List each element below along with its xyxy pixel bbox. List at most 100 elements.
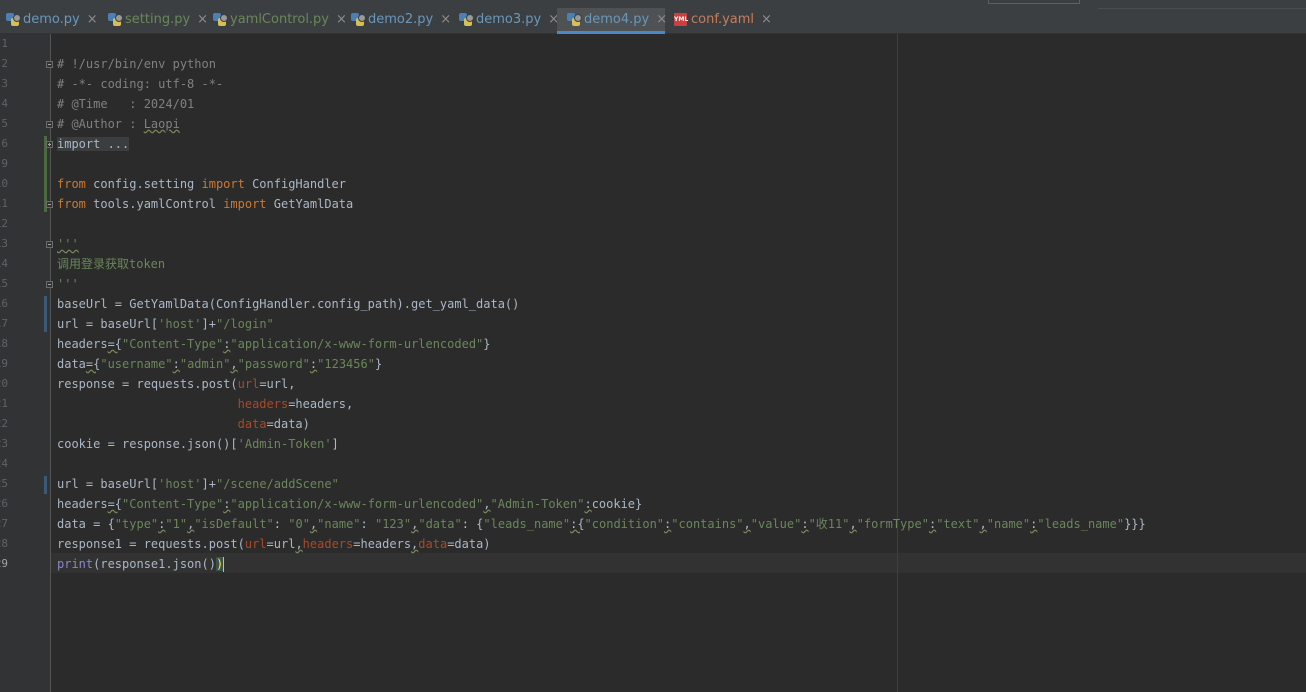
- fold-toggle-icon[interactable]: [46, 201, 53, 208]
- tab-demo-py[interactable]: demo.py ×: [6, 5, 98, 33]
- code-token: ]+: [201, 317, 216, 331]
- close-icon[interactable]: ×: [336, 12, 347, 27]
- tab-demo4-py[interactable]: demo4.py ×: [557, 8, 667, 34]
- code-token: ''': [57, 237, 79, 251]
- code-token: headers: [237, 397, 289, 411]
- code-line-25[interactable]: url = baseUrl['host']+"/scene/addScene": [57, 474, 339, 494]
- code-token: "1": [165, 517, 188, 531]
- line-number: 6: [1, 137, 8, 150]
- editor-tab-bar: demo.py × setting.py × yamlControl.py × …: [0, 0, 1306, 34]
- line-number: 28: [0, 537, 8, 550]
- folded-imports[interactable]: import ...: [57, 137, 130, 151]
- code-token: ConfigHandler: [244, 177, 347, 191]
- code-token: =headers,: [288, 397, 354, 411]
- code-token: headers: [57, 337, 108, 351]
- code-token: "/login": [215, 317, 274, 331]
- close-icon[interactable]: ×: [197, 12, 208, 27]
- line-number-gutter[interactable]: 1 2 3 4 5 6 9 10 11 12 13 14 15 16 17 18…: [0, 34, 53, 692]
- python-file-icon: [459, 12, 474, 26]
- code-line-23[interactable]: cookie = response.json()['Admin-Token']: [57, 434, 339, 454]
- tab-conf-yaml[interactable]: YML conf.yaml ×: [674, 5, 772, 33]
- line-number: 13: [0, 237, 8, 250]
- tab-yamlcontrol-py[interactable]: yamlControl.py ×: [213, 5, 347, 33]
- code-token: "text": [936, 517, 980, 531]
- code-line-16[interactable]: baseUrl = GetYamlData(ConfigHandler.conf…: [57, 294, 519, 314]
- fold-toggle-icon[interactable]: [46, 241, 53, 248]
- line-number: 4: [1, 97, 8, 110]
- code-line-22[interactable]: data=data): [57, 414, 310, 434]
- code-line-18[interactable]: headers={"Content-Type":"application/x-w…: [57, 334, 491, 354]
- line-number: 2: [1, 57, 8, 70]
- code-token: from: [57, 177, 86, 191]
- close-icon[interactable]: ×: [656, 12, 667, 27]
- code-token: response = requests.post(: [57, 377, 238, 391]
- code-line-14[interactable]: 调用登录获取token: [57, 254, 165, 274]
- tab-demo2-py[interactable]: demo2.py ×: [351, 5, 451, 33]
- code-line-10[interactable]: from config.setting import ConfigHandler: [57, 174, 346, 194]
- code-token: }: [483, 337, 491, 351]
- close-icon[interactable]: ×: [440, 12, 451, 27]
- tab-label: demo4.py: [584, 12, 650, 27]
- code-line-4[interactable]: # @Time : 2024/01: [57, 94, 194, 114]
- code-token: "contains": [671, 517, 744, 531]
- code-line-3[interactable]: # -*- coding: utf-8 -*-: [57, 74, 223, 94]
- tab-setting-py[interactable]: setting.py ×: [108, 5, 208, 33]
- line-number: 22: [0, 417, 8, 430]
- code-token: cookie}: [591, 497, 643, 511]
- line-number: 23: [0, 437, 8, 450]
- code-token: "value": [750, 517, 802, 531]
- code-token: ,: [979, 517, 987, 531]
- close-icon[interactable]: ×: [87, 12, 98, 27]
- code-line-20[interactable]: response = requests.post(url=url,: [57, 374, 295, 394]
- code-line-15[interactable]: ''': [57, 274, 79, 294]
- code-token: config.setting: [85, 177, 202, 191]
- code-line-19[interactable]: data={"username":"admin","password":"123…: [57, 354, 382, 374]
- code-line-11[interactable]: from tools.yamlControl import GetYamlDat…: [57, 194, 353, 214]
- code-token: headers: [57, 497, 108, 511]
- code-line-27[interactable]: data = {"type":"1","isDefault": "0","nam…: [57, 514, 1146, 534]
- tab-label: setting.py: [125, 11, 191, 27]
- code-line-6[interactable]: import ...: [57, 134, 130, 154]
- code-token: ={: [107, 497, 123, 511]
- tab-label: demo2.py: [368, 11, 434, 27]
- fold-toggle-icon[interactable]: [46, 281, 53, 288]
- code-line-17[interactable]: url = baseUrl['host']+"/login": [57, 314, 274, 334]
- code-token: "formType": [856, 517, 929, 531]
- line-number: 26: [0, 497, 8, 510]
- vcs-change-marker[interactable]: [44, 476, 47, 494]
- code-token: "name": [986, 517, 1031, 531]
- code-line-2[interactable]: # !/usr/bin/env python: [57, 54, 216, 74]
- code-token: :: [172, 357, 180, 371]
- close-icon[interactable]: ×: [761, 12, 772, 27]
- code-token: :: [801, 517, 809, 531]
- code-token: ={: [85, 357, 101, 371]
- code-token: =data): [266, 417, 310, 431]
- code-line-13[interactable]: ''': [57, 234, 79, 254]
- tab-demo3-py[interactable]: demo3.py ×: [459, 5, 559, 33]
- code-token: ,: [743, 517, 751, 531]
- line-number: 14: [0, 257, 8, 270]
- code-token: import: [201, 177, 245, 191]
- line-number: 12: [0, 217, 8, 230]
- line-number: 9: [1, 157, 8, 170]
- fold-toggle-icon[interactable]: [46, 61, 53, 68]
- python-file-icon: [6, 12, 21, 26]
- code-token: : {: [461, 517, 484, 531]
- code-line-29[interactable]: print(response1.json()): [57, 554, 225, 574]
- code-token: =url,: [259, 377, 296, 391]
- code-editor[interactable]: 1 2 3 4 5 6 9 10 11 12 13 14 15 16 17 18…: [0, 34, 1306, 692]
- fold-toggle-icon[interactable]: [46, 121, 53, 128]
- code-token: url = baseUrl[: [57, 317, 159, 331]
- code-line-28[interactable]: response1 = requests.post(url=url,header…: [57, 534, 491, 554]
- code-line-26[interactable]: headers={"Content-Type": "application/x-w…: [57, 494, 642, 514]
- matched-brace: ): [215, 557, 224, 571]
- code-token: "Content-Type": [122, 337, 224, 351]
- python-file-icon: [213, 12, 228, 26]
- expand-fold-icon[interactable]: [46, 141, 53, 148]
- vcs-change-marker[interactable]: [44, 296, 47, 332]
- code-token: "0": [288, 517, 310, 531]
- code-line-21[interactable]: headers=headers,: [57, 394, 354, 414]
- code-line-5[interactable]: # @Author : Laopi: [57, 114, 180, 134]
- code-token: headers: [302, 537, 354, 551]
